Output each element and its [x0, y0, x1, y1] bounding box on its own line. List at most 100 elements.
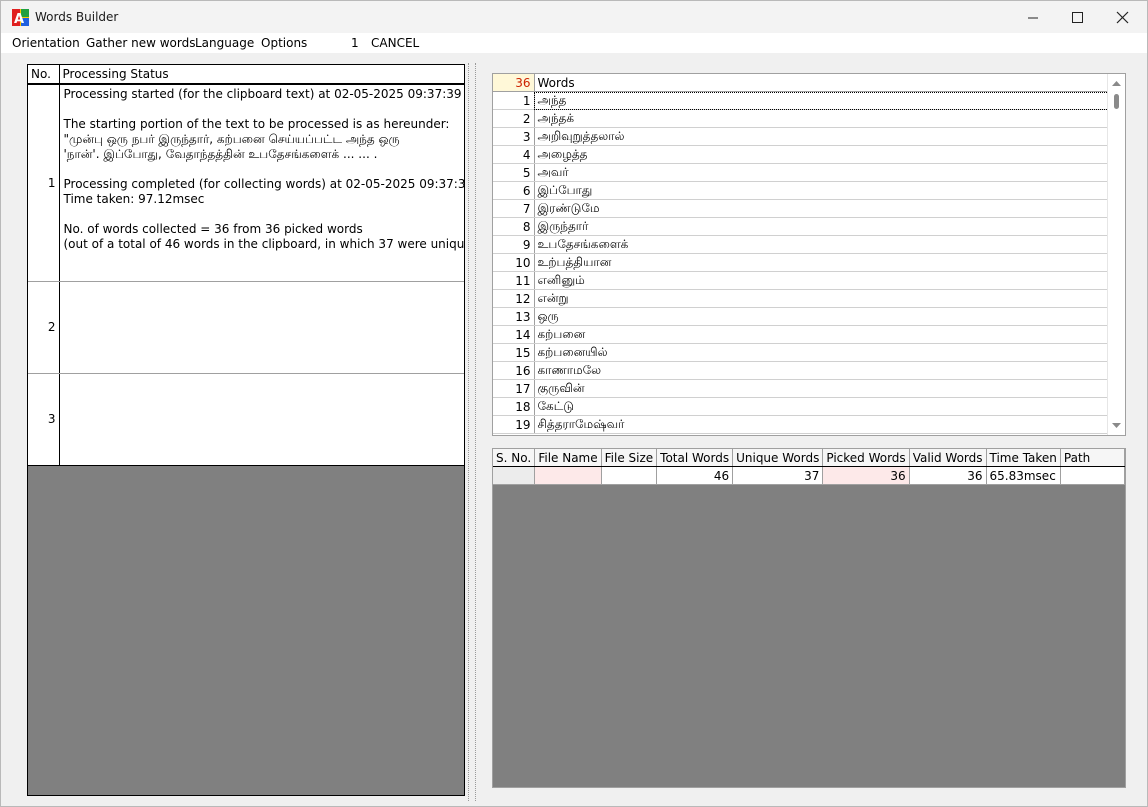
word-row[interactable]: 7 இரண்டுமே [493, 199, 1109, 218]
word-cell[interactable]: அழைத்த [534, 145, 1109, 164]
word-cell[interactable]: அவர் [534, 163, 1109, 182]
word-row[interactable]: 16 காணாமலே [493, 361, 1109, 380]
word-row[interactable]: 5 அவர் [493, 163, 1109, 182]
cancel-menu-item[interactable]: CANCEL [371, 36, 419, 50]
word-cell[interactable]: கேட்டு [534, 397, 1109, 416]
files-col-sno-header[interactable]: S. No. [493, 449, 536, 467]
word-cell[interactable]: காணாமலே [534, 361, 1109, 380]
menu-options[interactable]: Options [261, 36, 307, 50]
files-col-path-header[interactable]: Path [1060, 449, 1126, 467]
files-col-totalwords-header[interactable]: Total Words [656, 449, 734, 467]
word-row[interactable]: 9 உபதேசங்களைக் [493, 235, 1109, 254]
status-row[interactable]: 2 [28, 281, 464, 374]
word-row[interactable]: 3 அறிவுறுத்தலால் [493, 127, 1109, 146]
maximize-icon [1072, 12, 1083, 23]
processing-status-grid[interactable]: No. Processing Status 1 Processing start… [27, 64, 465, 796]
status-col-no-header[interactable]: No. [28, 65, 60, 85]
app-icon: A [12, 9, 29, 26]
scroll-down-icon[interactable] [1108, 419, 1125, 433]
word-cell[interactable]: என்று [534, 289, 1109, 308]
word-cell[interactable]: உற்பத்தியான [534, 253, 1109, 272]
status-line: No. of words collected = 36 from 36 pick… [63, 222, 363, 236]
word-row-number: 11 [493, 271, 535, 290]
files-cell-totalwords[interactable]: 46 [656, 466, 734, 485]
files-table: S. No. File Name File Size Total Words U… [493, 449, 1126, 485]
files-header-row: S. No. File Name File Size Total Words U… [493, 449, 1126, 467]
word-row[interactable]: 19 சித்தராமேஷ்வர் [493, 415, 1109, 434]
word-cell[interactable]: ஒரு [534, 307, 1109, 326]
words-vertical-scrollbar[interactable] [1107, 74, 1125, 435]
files-row[interactable]: 46 37 36 36 65.83msec [493, 466, 1126, 485]
menu-gather-new-words[interactable]: Gather new words [86, 36, 195, 50]
word-row-number: 4 [493, 145, 535, 164]
word-cell[interactable]: உபதேசங்களைக் [534, 235, 1109, 254]
words-grid[interactable]: 36 Words 1 அந்த 2 அந்தக் 3 அறிவுறுத்தலால் 4 அழை… [492, 73, 1126, 436]
word-row[interactable]: 1 அந்த [493, 91, 1109, 110]
words-column-header[interactable]: Words [534, 74, 1109, 92]
status-line: Processing completed (for collecting wor… [63, 177, 465, 191]
status-row-text [59, 281, 464, 374]
word-row[interactable]: 13 ஒரு [493, 307, 1109, 326]
files-cell-timetaken[interactable]: 65.83msec [986, 466, 1061, 485]
word-cell[interactable]: கற்பனை [534, 325, 1109, 344]
files-cell-validwords[interactable]: 36 [909, 466, 987, 485]
files-col-filename-header[interactable]: File Name [534, 449, 602, 467]
word-cell[interactable]: கற்பனையில் [534, 343, 1109, 362]
files-grid[interactable]: S. No. File Name File Size Total Words U… [492, 448, 1126, 788]
files-cell-filename[interactable] [534, 466, 602, 485]
word-row[interactable]: 4 அழைத்த [493, 145, 1109, 164]
files-cell-uniquewords[interactable]: 37 [732, 466, 824, 485]
word-row[interactable]: 8 இருந்தார் [493, 217, 1109, 236]
word-cell[interactable]: அந்தக் [534, 109, 1109, 128]
files-col-timetaken-header[interactable]: Time Taken [986, 449, 1061, 467]
word-row[interactable]: 15 கற்பனையில் [493, 343, 1109, 362]
files-cell-pickedwords[interactable]: 36 [822, 466, 910, 485]
status-row-text: Processing started (for the clipboard te… [59, 84, 465, 282]
word-row[interactable]: 12 என்று [493, 289, 1109, 308]
scrollbar-thumb[interactable] [1114, 94, 1119, 109]
word-cell[interactable]: எனினும் [534, 271, 1109, 290]
minimize-button[interactable] [1010, 1, 1056, 33]
status-line [64, 102, 461, 117]
scroll-up-icon[interactable] [1108, 76, 1125, 90]
status-row[interactable]: 1 Processing started (for the clipboard … [28, 84, 465, 282]
word-cell[interactable]: இருந்தார் [534, 217, 1109, 236]
words-header-row: 36 Words [493, 74, 1109, 92]
files-cell-path[interactable] [1060, 466, 1126, 485]
word-cell[interactable]: அந்த [534, 91, 1109, 110]
files-col-validwords-header[interactable]: Valid Words [909, 449, 987, 467]
menu-count: 1 [351, 36, 359, 50]
word-cell[interactable]: குருவின் [534, 379, 1109, 398]
word-cell[interactable]: இரண்டுமே [534, 199, 1109, 218]
word-row[interactable]: 2 அந்தக் [493, 109, 1109, 128]
close-button[interactable] [1100, 1, 1146, 33]
title-bar[interactable]: A Words Builder [1, 1, 1147, 33]
word-row[interactable]: 18 கேட்டு [493, 397, 1109, 416]
files-col-pickedwords-header[interactable]: Picked Words [822, 449, 910, 467]
word-cell[interactable]: சித்தராமேஷ்வர் [534, 415, 1109, 434]
maximize-button[interactable] [1055, 1, 1101, 33]
word-cell[interactable]: அறிவுறுத்தலால் [534, 127, 1109, 146]
pane-splitter[interactable] [468, 63, 476, 801]
files-col-uniquewords-header[interactable]: Unique Words [732, 449, 824, 467]
word-row[interactable]: 6 இப்போது [493, 181, 1109, 200]
word-row[interactable]: 14 கற்பனை [493, 325, 1109, 344]
status-row-number: 3 [28, 373, 60, 466]
menu-language[interactable]: Language [195, 36, 254, 50]
word-row-number: 10 [493, 253, 535, 272]
status-row[interactable]: 3 [28, 373, 464, 466]
files-col-filesize-header[interactable]: File Size [601, 449, 658, 467]
status-line: (out of a total of 46 words in the clipb… [63, 237, 465, 251]
word-row[interactable]: 11 எனினும் [493, 271, 1109, 290]
word-row-number: 6 [493, 181, 535, 200]
word-row-number: 16 [493, 361, 535, 380]
word-cell[interactable]: இப்போது [534, 181, 1109, 200]
status-line: Time taken: 97.12msec [63, 192, 205, 206]
files-cell-filesize[interactable] [601, 466, 658, 485]
word-row[interactable]: 10 உற்பத்தியான [493, 253, 1109, 272]
word-row[interactable]: 17 குருவின் [493, 379, 1109, 398]
word-row-number: 7 [493, 199, 535, 218]
menu-orientation[interactable]: Orientation [12, 36, 80, 50]
status-col-status-header[interactable]: Processing Status [59, 65, 465, 85]
word-row-number: 14 [493, 325, 535, 344]
